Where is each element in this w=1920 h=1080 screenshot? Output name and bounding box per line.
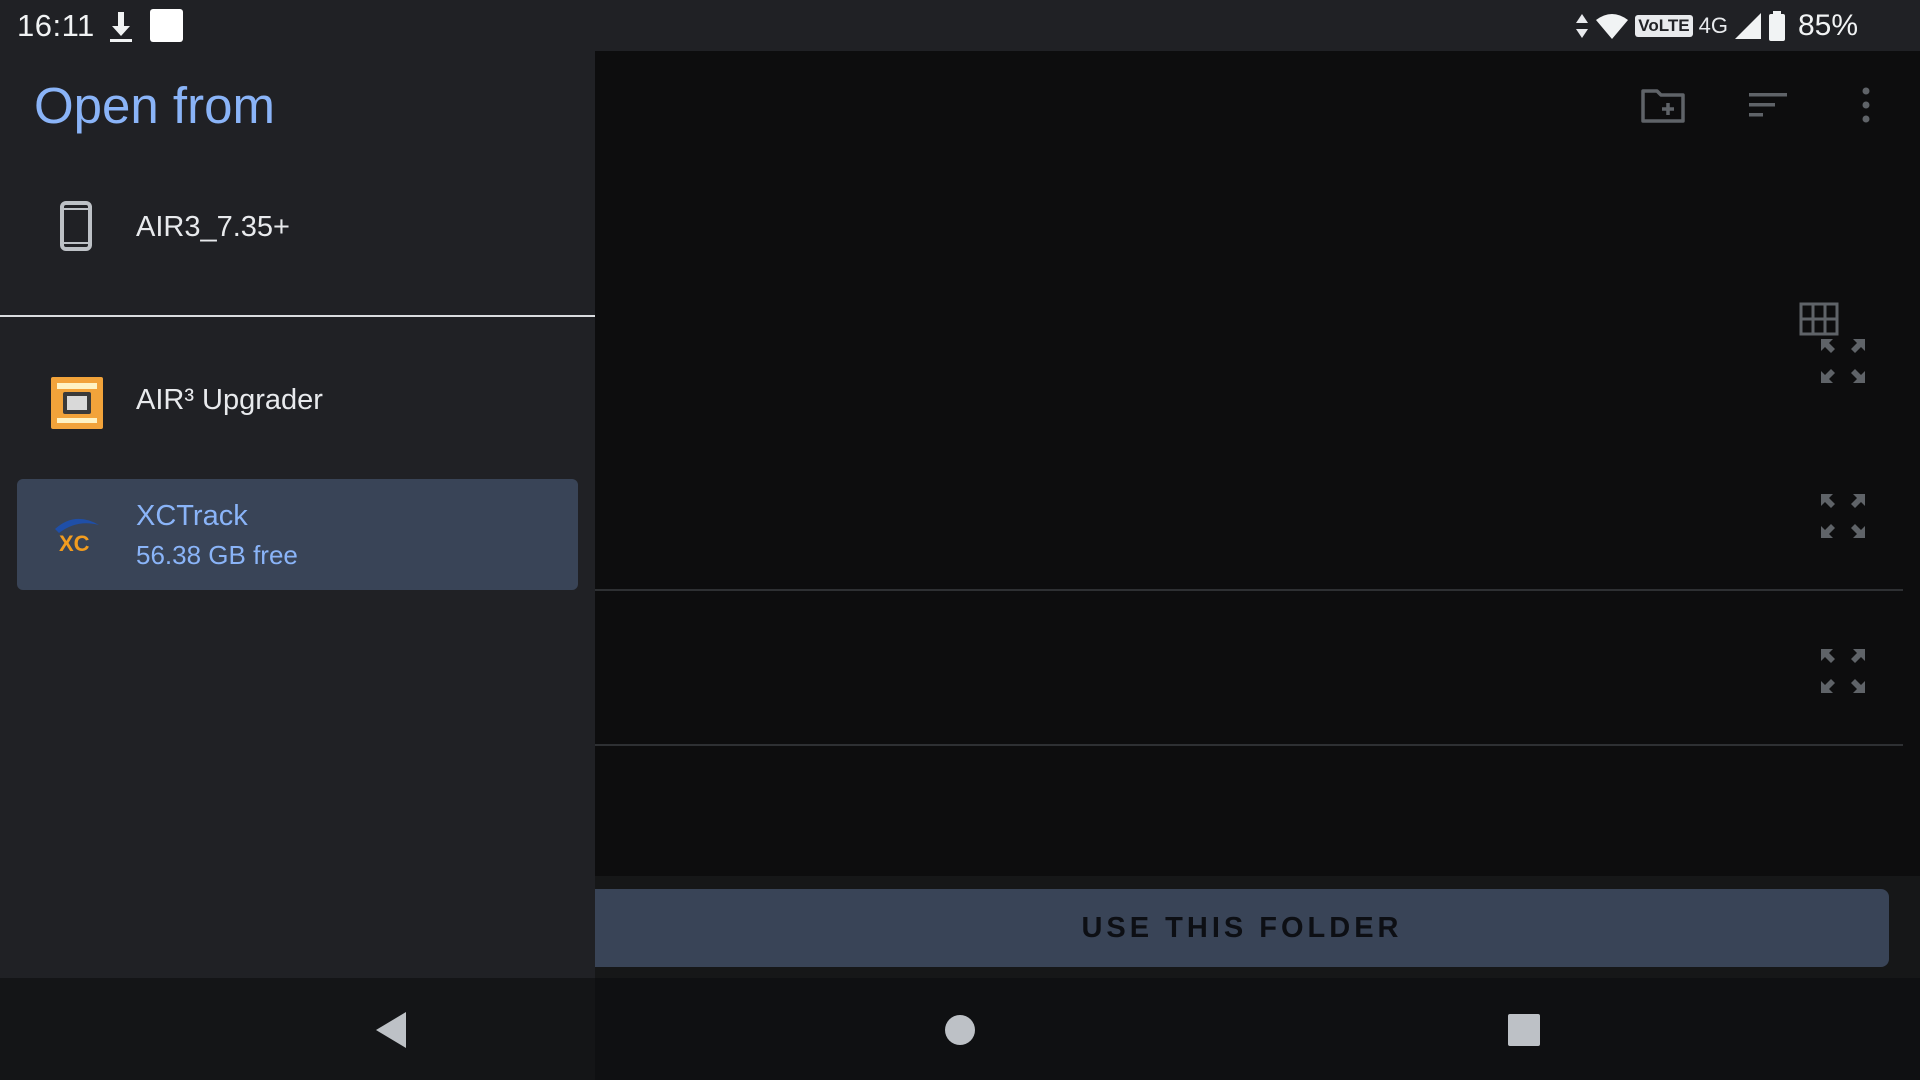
root-title: AIR3_7.35+ [136,211,290,243]
sort-icon[interactable] [1743,81,1791,129]
air3-upgrader-app-icon [51,377,103,429]
battery-icon [1768,11,1785,41]
root-subtitle: 56.38 GB free [136,540,298,570]
status-icons: VoLTE 4G 85% [1575,9,1858,43]
notification-square-icon [150,9,183,42]
expand-icon[interactable] [1817,490,1869,542]
wifi-icon [1596,14,1629,39]
list-item[interactable] [595,494,1903,746]
back-icon[interactable] [368,1006,416,1054]
use-this-folder-label: USE THIS FOLDER [1081,911,1403,944]
directory-pane: USE THIS FOLDER [595,51,1920,978]
navigation-bar [0,978,1920,1080]
xctrack-app-icon: XC [55,518,99,556]
home-icon[interactable] [936,1006,984,1054]
battery-percent: 85% [1797,9,1858,42]
roots-drawer: Open from AIR3_7.35+ AIR³ Upgrader XC XC… [0,51,595,978]
data-arrows-icon [1576,14,1589,38]
navbar-drawer-shade [0,978,595,1080]
svg-text:XC: XC [59,531,90,556]
root-title: XCTrack [136,500,248,532]
phone-storage-icon [60,201,92,251]
root-item-air3-upgrader[interactable]: AIR³ Upgrader [17,347,578,458]
network-type: 4G [1698,13,1728,38]
list-item[interactable] [595,339,1903,591]
expand-icon[interactable] [1817,335,1869,387]
root-item-xctrack[interactable]: XC XCTrack 56.38 GB free [17,479,578,590]
recents-icon[interactable] [1500,1006,1548,1054]
expand-icon[interactable] [1817,645,1869,697]
more-options-icon[interactable] [1842,81,1890,129]
drawer-divider [0,315,595,317]
grid-view-icon[interactable] [1799,302,1839,336]
clock: 16:11 [17,8,95,43]
drawer-title: Open from [34,77,275,134]
root-item-internal-storage[interactable]: AIR3_7.35+ [17,173,578,284]
root-title: AIR³ Upgrader [136,384,323,416]
status-bar: 16:11 VoLTE 4G 85% [0,0,1920,51]
use-this-folder-button[interactable]: USE THIS FOLDER [595,889,1889,967]
signal-icon [1734,13,1761,39]
new-folder-icon[interactable] [1639,81,1687,129]
download-icon [110,12,132,42]
volte-badge: VoLTE [1635,15,1693,37]
